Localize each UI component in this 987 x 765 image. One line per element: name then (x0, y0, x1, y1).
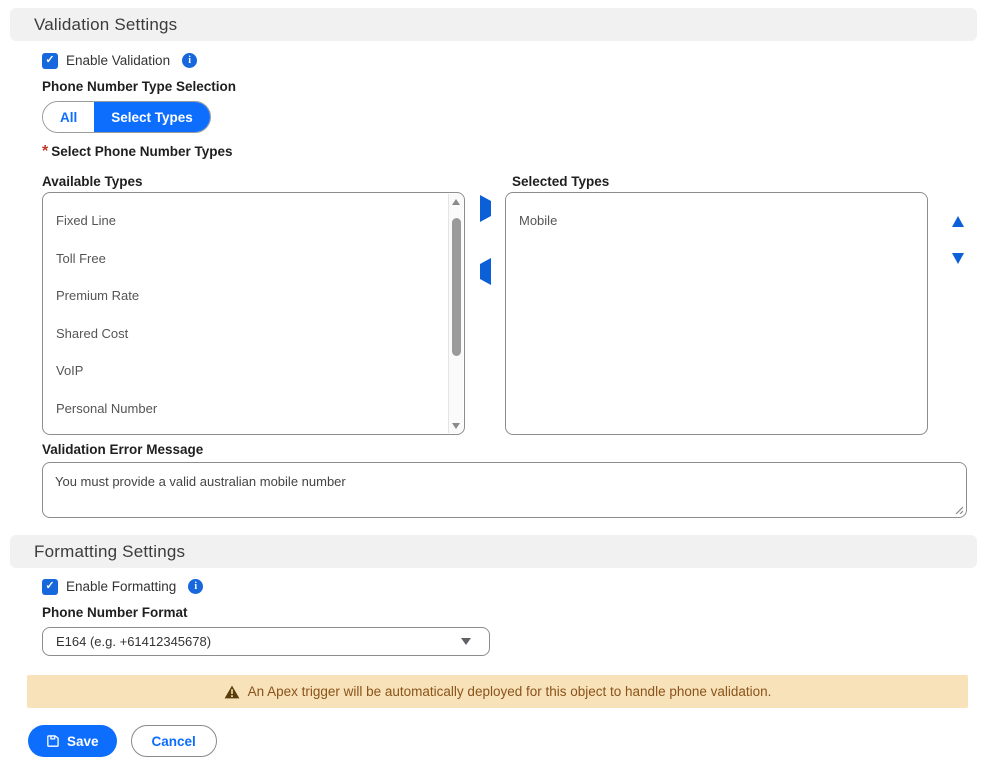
required-marker: * (42, 143, 48, 160)
phone-type-toggle-group: All Select Types (42, 101, 211, 133)
save-button-label: Save (67, 734, 99, 749)
chevron-down-icon (461, 638, 471, 645)
phone-validation-settings-page: Validation Settings ✓ Enable Validation … (0, 0, 987, 765)
scrollbar-thumb[interactable] (452, 218, 461, 356)
move-right-button[interactable] (480, 201, 491, 216)
list-item[interactable]: Fixed Line (43, 202, 464, 240)
scroll-up-icon[interactable] (449, 194, 464, 209)
validation-settings-title: Validation Settings (34, 15, 177, 35)
available-types-label: Available Types (42, 174, 465, 189)
enable-validation-label: Enable Validation (66, 53, 170, 68)
validation-error-message-textarea[interactable]: You must provide a valid australian mobi… (42, 462, 967, 518)
enable-formatting-checkbox[interactable]: ✓ (42, 579, 58, 595)
formatting-settings-title: Formatting Settings (34, 542, 185, 562)
scroll-down-icon[interactable] (449, 418, 464, 433)
phone-number-format-label: Phone Number Format (42, 605, 987, 620)
list-item[interactable]: Shared Cost (43, 315, 464, 353)
available-list-scrollbar[interactable] (448, 194, 463, 433)
checkmark-icon: ✓ (45, 581, 54, 592)
enable-formatting-info-icon[interactable]: i (188, 579, 203, 594)
arrow-left-icon (480, 258, 491, 285)
list-item[interactable]: Premium Rate (43, 277, 464, 315)
save-icon (46, 734, 60, 748)
toggle-option-all[interactable]: All (43, 102, 94, 132)
enable-formatting-label: Enable Formatting (66, 579, 176, 594)
list-item[interactable]: Personal Number (43, 390, 464, 428)
toggle-option-select-types[interactable]: Select Types (94, 102, 210, 132)
phone-number-format-select[interactable]: E164 (e.g. +61412345678) (42, 627, 490, 656)
warning-icon (224, 685, 240, 699)
list-item[interactable]: Toll Free (43, 240, 464, 278)
validation-error-message-label: Validation Error Message (42, 442, 987, 457)
warning-message: An Apex trigger will be automatically de… (248, 684, 772, 699)
arrow-up-icon (952, 201, 964, 227)
move-left-button[interactable] (480, 264, 491, 279)
list-item[interactable]: Mobile (506, 202, 927, 240)
save-button[interactable]: Save (28, 725, 117, 757)
enable-validation-info-icon[interactable]: i (182, 53, 197, 68)
selected-types-label: Selected Types (505, 174, 928, 189)
arrow-down-icon (952, 253, 964, 279)
cancel-button[interactable]: Cancel (131, 725, 217, 757)
select-phone-types-label: Select Phone Number Types (51, 144, 232, 159)
scrollbar-track[interactable] (449, 209, 463, 418)
move-down-button[interactable] (952, 264, 964, 279)
enable-validation-checkbox[interactable]: ✓ (42, 53, 58, 69)
phone-type-selection-label: Phone Number Type Selection (42, 79, 987, 94)
cancel-button-label: Cancel (152, 734, 196, 749)
apex-trigger-warning-banner: An Apex trigger will be automatically de… (27, 675, 968, 708)
phone-number-format-value: E164 (e.g. +61412345678) (56, 634, 211, 649)
checkmark-icon: ✓ (45, 55, 54, 66)
list-item[interactable]: VoIP (43, 352, 464, 390)
validation-error-message-value: You must provide a valid australian mobi… (55, 474, 346, 489)
arrow-right-icon (480, 195, 491, 222)
selected-types-listbox: Mobile (505, 192, 928, 435)
move-up-button[interactable] (952, 201, 964, 216)
formatting-settings-header: Formatting Settings (10, 535, 977, 568)
available-types-listbox: Fixed Line Toll Free Premium Rate Shared… (42, 192, 465, 435)
resize-handle-icon[interactable] (954, 505, 963, 514)
validation-settings-header: Validation Settings (10, 8, 977, 41)
